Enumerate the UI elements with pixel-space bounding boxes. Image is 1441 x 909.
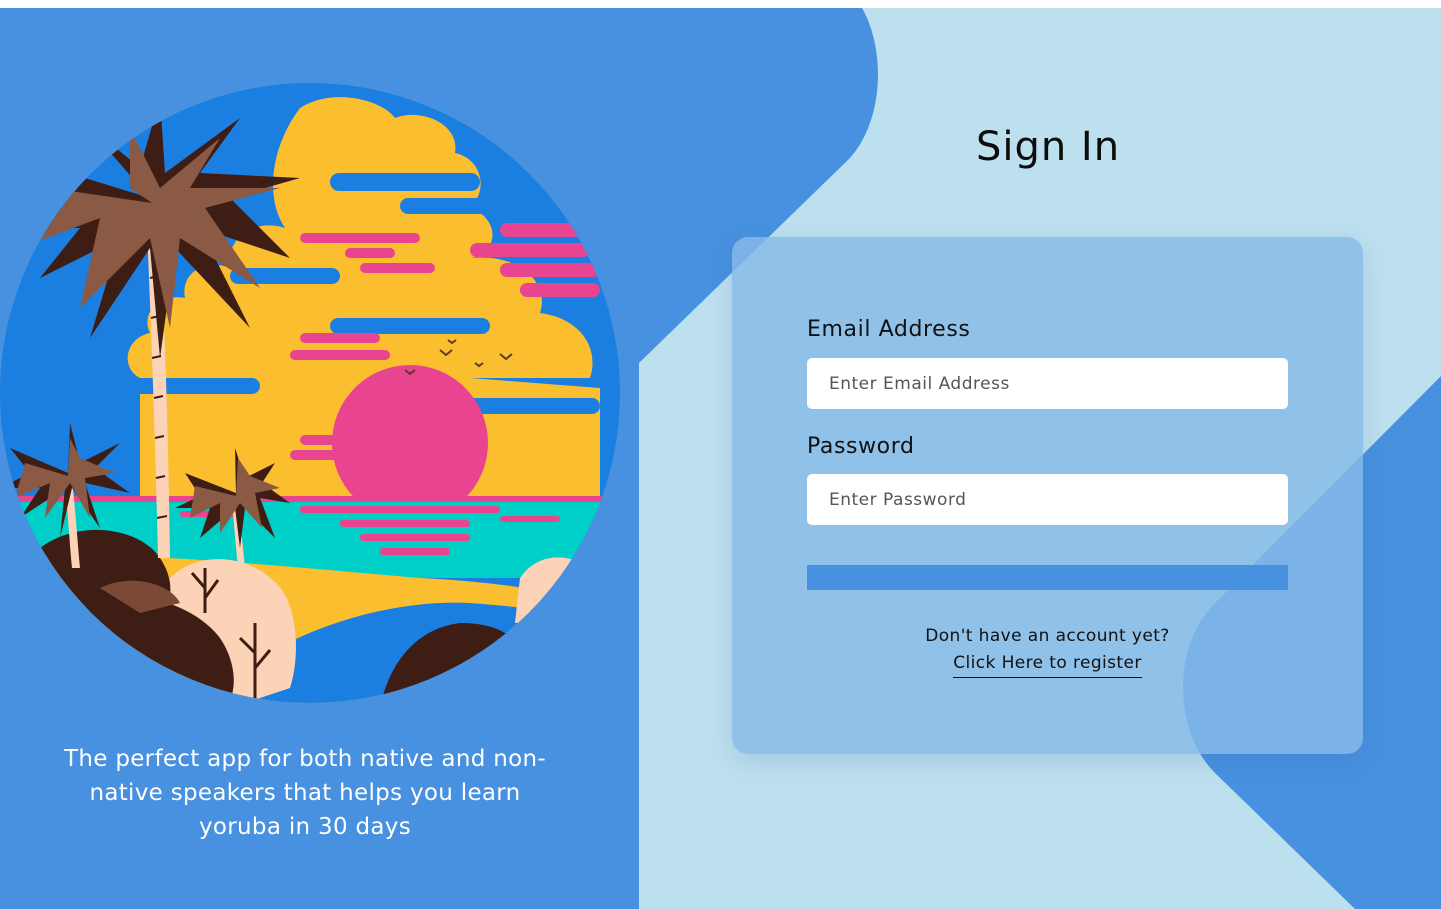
register-link[interactable]: Click Here to register [953,650,1142,678]
email-input[interactable] [807,358,1288,409]
signin-card: Email Address Password Don't have an acc… [732,237,1363,754]
email-label: Email Address [807,317,971,342]
beach-sunset-illustration [0,83,620,703]
signin-button[interactable] [807,565,1288,590]
tagline: The perfect app for both native and non-… [64,746,546,840]
password-input[interactable] [807,474,1288,525]
register-block: Don't have an account yet? Click Here to… [732,622,1363,678]
password-label: Password [807,434,915,459]
signin-page: The perfect app for both native and non-… [0,8,1441,909]
page-title: Sign In [975,124,1121,170]
register-prompt: Don't have an account yet? [925,626,1170,646]
